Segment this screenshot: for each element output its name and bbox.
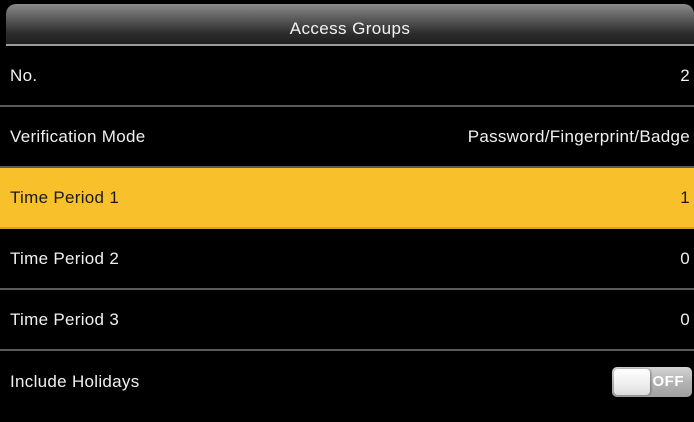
- row-include-holidays[interactable]: Include Holidays OFF: [0, 351, 694, 412]
- row-label: Include Holidays: [10, 371, 140, 391]
- access-groups-screen: Access Groups No. 2 Verification Mode Pa…: [0, 0, 694, 422]
- toggle-state-label: OFF: [652, 372, 684, 390]
- row-value: 2: [680, 65, 690, 85]
- page-title: Access Groups: [289, 19, 411, 38]
- row-label: Time Period 2: [10, 248, 120, 268]
- title-bar: Access Groups: [6, 4, 694, 46]
- include-holidays-toggle[interactable]: OFF: [612, 366, 692, 397]
- row-verification-mode[interactable]: Verification Mode Password/Fingerprint/B…: [0, 107, 694, 168]
- row-time-period-2[interactable]: Time Period 2 0: [0, 229, 694, 290]
- row-label: Time Period 1: [10, 187, 120, 207]
- row-no[interactable]: No. 2: [0, 46, 694, 107]
- row-time-period-1[interactable]: Time Period 1 1: [0, 168, 694, 229]
- settings-list: No. 2 Verification Mode Password/Fingerp…: [0, 46, 694, 412]
- row-time-period-3[interactable]: Time Period 3 0: [0, 290, 694, 351]
- row-value: 0: [680, 309, 690, 329]
- row-value: 1: [680, 187, 690, 207]
- row-label: Time Period 3: [10, 309, 120, 329]
- row-label: No.: [10, 65, 38, 85]
- row-value: 0: [680, 248, 690, 268]
- row-label: Verification Mode: [10, 126, 146, 146]
- toggle-knob[interactable]: [614, 368, 650, 395]
- row-value: Password/Fingerprint/Badge: [467, 126, 690, 146]
